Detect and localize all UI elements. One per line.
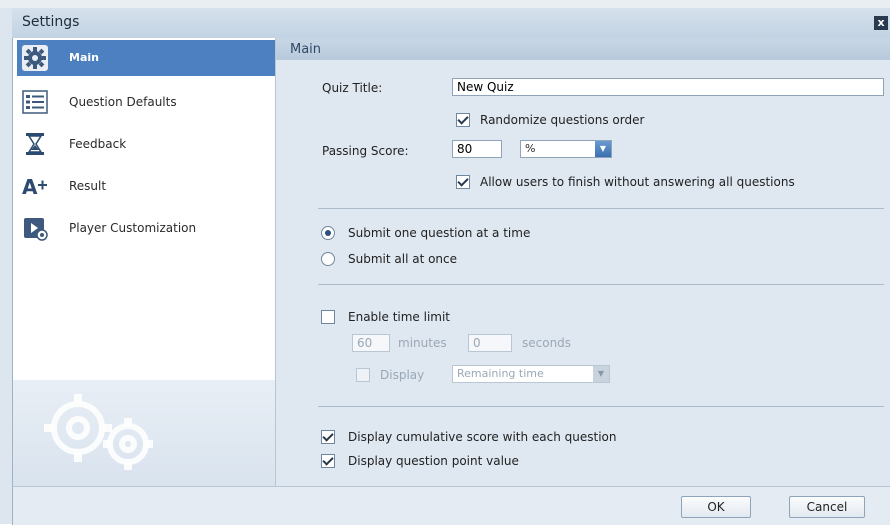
quiz-title-label: Quiz Title: — [322, 81, 383, 95]
window-title: Settings — [22, 14, 80, 30]
dialog-body: Main Question Defaults Feedback A Result… — [12, 38, 890, 486]
sidebar-item-feedback[interactable]: Feedback — [17, 126, 275, 162]
display-time-value: Remaining time — [457, 367, 544, 380]
randomize-checkbox[interactable] — [456, 113, 470, 127]
sidebar-item-label: Feedback — [69, 137, 127, 151]
randomize-label: Randomize questions order — [480, 113, 645, 127]
passing-score-unit-select[interactable]: % ▼ — [520, 140, 612, 158]
title-bar: Settings x — [12, 8, 890, 39]
display-time-label: Display — [380, 368, 425, 382]
divider — [318, 284, 884, 285]
enable-time-limit-label: Enable time limit — [348, 310, 451, 324]
dropdown-arrow-icon: ▼ — [595, 141, 611, 157]
hourglass-icon — [21, 130, 49, 158]
quiz-title-input[interactable] — [452, 78, 884, 96]
sidebar-item-result[interactable]: A Result — [17, 168, 275, 204]
passing-score-unit-value: % — [525, 142, 536, 155]
sidebar-item-label: Result — [69, 179, 107, 193]
cancel-button[interactable]: Cancel — [789, 496, 865, 518]
section-title: Main — [290, 42, 322, 57]
divider — [318, 406, 884, 407]
divider — [318, 208, 884, 209]
cumulative-score-checkbox[interactable] — [321, 430, 335, 444]
main-panel: Main Quiz Title: Randomize questions ord… — [276, 38, 890, 486]
top-strip — [0, 0, 890, 8]
settings-dialog: Settings x Main Question Defaults Feedba… — [0, 0, 890, 525]
point-value-label: Display question point value — [348, 454, 519, 468]
sidebar-item-label: Main — [69, 51, 99, 64]
allow-finish-label: Allow users to finish without answering … — [480, 175, 795, 189]
display-time-checkbox[interactable] — [356, 368, 370, 382]
seconds-input[interactable] — [468, 334, 512, 352]
enable-time-limit-checkbox[interactable] — [321, 310, 335, 324]
gears-watermark-icon — [44, 394, 153, 470]
sidebar-item-main[interactable]: Main — [17, 40, 275, 76]
cumulative-score-label: Display cumulative score with each quest… — [348, 430, 617, 444]
submit-one-radio[interactable] — [321, 226, 335, 240]
ok-button[interactable]: OK — [681, 496, 751, 518]
passing-score-input[interactable] — [452, 140, 502, 158]
submit-all-label: Submit all at once — [348, 252, 458, 266]
sidebar-item-label: Question Defaults — [69, 95, 177, 109]
allow-finish-checkbox[interactable] — [456, 175, 470, 189]
minutes-label: minutes — [398, 336, 447, 350]
close-icon[interactable]: x — [874, 16, 888, 30]
svg-text:A: A — [22, 175, 38, 199]
submit-all-radio[interactable] — [321, 252, 335, 266]
sidebar-item-label: Player Customization — [69, 221, 197, 235]
dialog-footer: OK Cancel — [12, 486, 890, 525]
sidebar-item-player-customization[interactable]: Player Customization — [17, 210, 275, 246]
a-plus-icon: A — [21, 172, 49, 200]
player-customize-icon — [21, 214, 49, 242]
submit-one-label: Submit one question at a time — [348, 226, 531, 240]
sidebar: Main Question Defaults Feedback A Result… — [13, 38, 276, 486]
seconds-label: seconds — [522, 336, 572, 350]
sidebar-footer-panel — [13, 380, 275, 486]
passing-score-label: Passing Score: — [322, 144, 409, 158]
display-time-select[interactable]: Remaining time ▼ — [452, 365, 610, 383]
point-value-checkbox[interactable] — [321, 454, 335, 468]
gear-icon — [21, 44, 49, 72]
minutes-input[interactable] — [352, 334, 390, 352]
dropdown-arrow-icon: ▼ — [593, 366, 609, 382]
section-header: Main — [276, 38, 890, 60]
sidebar-item-question-defaults[interactable]: Question Defaults — [17, 84, 275, 120]
list-icon — [21, 88, 49, 116]
